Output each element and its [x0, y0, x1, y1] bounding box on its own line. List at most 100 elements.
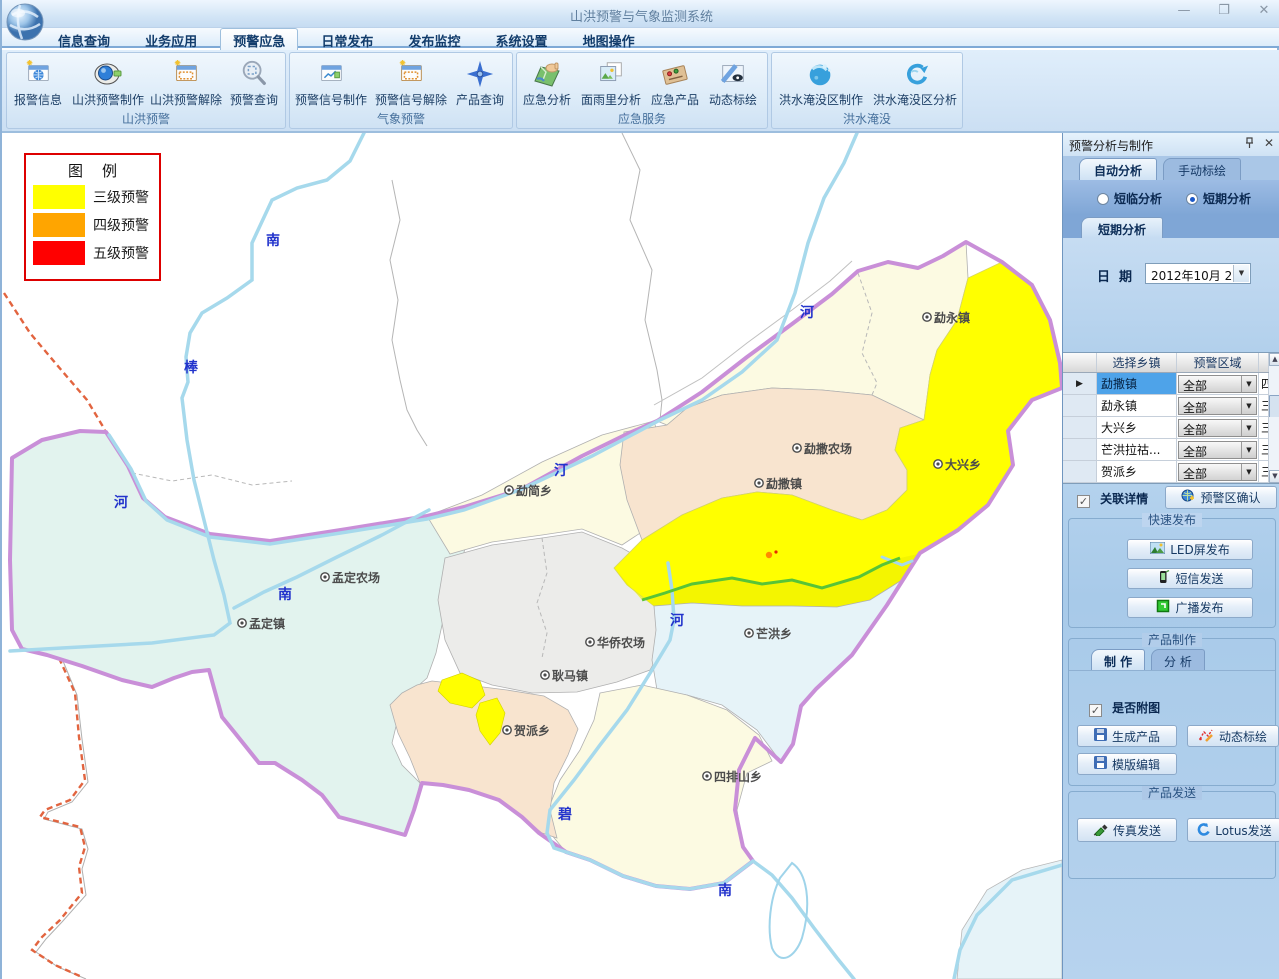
dynamic-plot-panel-button[interactable]: 动态标绘: [1187, 725, 1279, 747]
rain-analysis-button[interactable]: 面雨里分析: [576, 55, 646, 108]
column-header-region[interactable]: 预警区域: [1177, 353, 1259, 372]
emergency-product-button[interactable]: 应急产品: [646, 55, 704, 108]
chevron-down-icon: ▼: [1241, 464, 1256, 480]
rain-analysis-icon: [596, 57, 626, 91]
attach-map-checkbox[interactable]: ✓: [1089, 704, 1102, 717]
generate-product-button[interactable]: 生成产品: [1077, 725, 1177, 747]
region-dropdown[interactable]: 全部▼: [1178, 441, 1257, 459]
national-border-dashed-line: [4, 293, 105, 430]
svg-text:贺派乡: 贺派乡: [513, 723, 550, 738]
svg-text:河: 河: [670, 612, 684, 629]
ribbon-group-emergency-service: 应急分析 面雨里分析 应急产品 动态标绘 应急服务: [516, 52, 768, 129]
svg-text:孟定镇: 孟定镇: [249, 616, 285, 631]
dynamic-plot-button[interactable]: 动态标绘: [704, 55, 762, 108]
row-selector[interactable]: [1063, 395, 1097, 416]
svg-text:华侨农场: 华侨农场: [597, 635, 645, 650]
confirm-warning-zone-button[interactable]: 预警区确认: [1165, 486, 1277, 509]
table-row[interactable]: 大兴乡 全部▼ 三: [1063, 417, 1279, 439]
alarm-info-button[interactable]: 报警信息: [8, 55, 68, 108]
town-selection-table: 选择乡镇 预警区域 ▲ ▶ 勐撒镇 全部▼ 四 勐永镇 全部▼ 三 大兴乡 全部…: [1063, 352, 1279, 484]
close-button[interactable]: ✕: [1255, 4, 1273, 20]
subtab-short-term[interactable]: 短期分析: [1081, 217, 1163, 238]
flood-zone-analysis-button[interactable]: 洪水淹没区分析: [869, 55, 961, 108]
radio-shortterm-forecast[interactable]: 短期分析: [1186, 188, 1251, 207]
broadcast-publish-button[interactable]: 广播发布: [1127, 597, 1253, 618]
fax-send-button[interactable]: 传真发送: [1077, 818, 1177, 842]
region-dropdown[interactable]: 全部▼: [1178, 375, 1257, 393]
flood-zone-make-button[interactable]: 洪水淹没区制作: [773, 55, 869, 108]
led-screen-icon: [1150, 542, 1165, 557]
table-row[interactable]: 勐永镇 全部▼ 三: [1063, 395, 1279, 417]
ribbon-group-title: 应急服务: [517, 110, 767, 127]
warning-search-button[interactable]: 预警查询: [224, 55, 284, 108]
minimize-button[interactable]: —: [1175, 4, 1193, 20]
led-publish-button[interactable]: LED屏发布: [1127, 539, 1253, 560]
flood-warning-clear-icon: [171, 57, 201, 91]
region-dropdown[interactable]: 全部▼: [1178, 397, 1257, 415]
region-dropdown[interactable]: 全部▼: [1178, 419, 1257, 437]
menu-tab-publish-monitor[interactable]: 发布监控: [396, 29, 472, 51]
sms-send-button[interactable]: 短信发送: [1127, 568, 1253, 589]
tab-manual-plot[interactable]: 手动标绘: [1163, 158, 1241, 180]
menu-tab-map-operations[interactable]: 地图操作: [571, 29, 647, 51]
map-boundary-line: [36, 661, 88, 979]
svg-text:南: 南: [266, 232, 280, 249]
chevron-down-icon[interactable]: ▼: [1233, 265, 1249, 282]
signal-clear-button[interactable]: 预警信号解除: [371, 55, 451, 108]
table-row[interactable]: ▶ 勐撒镇 全部▼ 四: [1063, 373, 1279, 395]
map-canvas[interactable]: 勐永镇 大兴乡 勐撒农场 勐撒镇 勐简乡 孟定农场 孟定镇 华侨农场 耿马镇 芒…: [2, 133, 1062, 979]
emergency-analysis-button[interactable]: 应急分析: [518, 55, 576, 108]
map-region-corner: [957, 860, 1062, 979]
close-panel-icon[interactable]: ✕: [1264, 137, 1274, 149]
menu-tab-system-settings[interactable]: 系统设置: [484, 29, 560, 51]
globe-plus-icon: [1181, 489, 1195, 506]
row-selector[interactable]: [1063, 461, 1097, 482]
tab-make[interactable]: 制 作: [1091, 649, 1145, 670]
column-header-town[interactable]: 选择乡镇: [1097, 353, 1177, 372]
map-viewport[interactable]: 图 例 三级预警 四级预警 五级预警: [2, 133, 1062, 979]
product-make-group: 产品制作 制 作 分 析 ✓ 是否附图 生成产品 动态标绘 模版编辑: [1068, 638, 1276, 786]
signal-make-icon: [316, 57, 346, 91]
svg-text:勐撒农场: 勐撒农场: [804, 441, 852, 456]
link-detail-checkbox[interactable]: ✓: [1077, 495, 1090, 508]
menu-tab-warning-emergency[interactable]: 预警应急: [220, 28, 298, 51]
row-selector[interactable]: ▶: [1063, 373, 1097, 394]
tab-analysis[interactable]: 分 析: [1151, 649, 1205, 670]
lotus-refresh-icon: [1196, 822, 1210, 839]
plot-pencil-icon: [1199, 728, 1214, 745]
event-dot-orange: [766, 552, 772, 558]
menu-tab-daily-publish[interactable]: 日常发布: [309, 29, 385, 51]
ribbon-group-flood-inundation: 洪水淹没区制作 洪水淹没区分析 洪水淹没: [771, 52, 963, 129]
svg-text:河: 河: [800, 304, 814, 321]
svg-text:碧: 碧: [557, 806, 572, 823]
svg-text:孟定农场: 孟定农场: [332, 570, 380, 585]
tab-auto-analysis[interactable]: 自动分析: [1079, 158, 1157, 180]
flood-warning-clear-button[interactable]: 山洪预警解除: [148, 55, 224, 108]
chevron-down-icon: ▼: [1241, 398, 1256, 414]
restore-button[interactable]: ❐: [1215, 4, 1233, 20]
ribbon-group-mountain-flood: 报警信息 山洪预警制作 山洪预警解除 预警查询 山洪预警: [6, 52, 286, 129]
region-dropdown[interactable]: 全部▼: [1178, 463, 1257, 481]
app-window: { "window": { "title": "山洪预警与气象监测系统" }, …: [0, 0, 1279, 979]
menu-tab-business[interactable]: 业务应用: [133, 29, 209, 51]
pin-icon[interactable]: [1244, 137, 1255, 151]
row-selector[interactable]: [1063, 417, 1097, 438]
row-selector[interactable]: [1063, 439, 1097, 460]
radio-shortterm-nowcast[interactable]: 短临分析: [1097, 188, 1162, 207]
scroll-down-icon[interactable]: ▼: [1269, 470, 1279, 483]
lotus-send-button[interactable]: Lotus发送: [1187, 818, 1279, 842]
broadcast-icon: [1156, 599, 1170, 616]
table-row[interactable]: 芒洪拉祜... 全部▼ 三: [1063, 439, 1279, 461]
table-row[interactable]: 贺派乡 全部▼ 三 ▼: [1063, 461, 1279, 483]
flood-warning-make-button[interactable]: 山洪预警制作: [68, 55, 148, 108]
scroll-up-icon[interactable]: ▲: [1269, 353, 1279, 366]
svg-text:南: 南: [278, 586, 292, 603]
menu-tab-info-query[interactable]: 信息查询: [46, 29, 122, 51]
product-search-button[interactable]: 产品查询: [451, 55, 509, 108]
date-dropdown[interactable]: 2012年10月 2日 ▼: [1145, 263, 1251, 284]
mobile-phone-icon: [1156, 570, 1170, 587]
template-edit-button[interactable]: 模版编辑: [1077, 753, 1177, 775]
signal-make-button[interactable]: 预警信号制作: [291, 55, 371, 108]
flood-zone-make-icon: [806, 57, 836, 91]
svg-text:勐撒镇: 勐撒镇: [766, 476, 802, 491]
